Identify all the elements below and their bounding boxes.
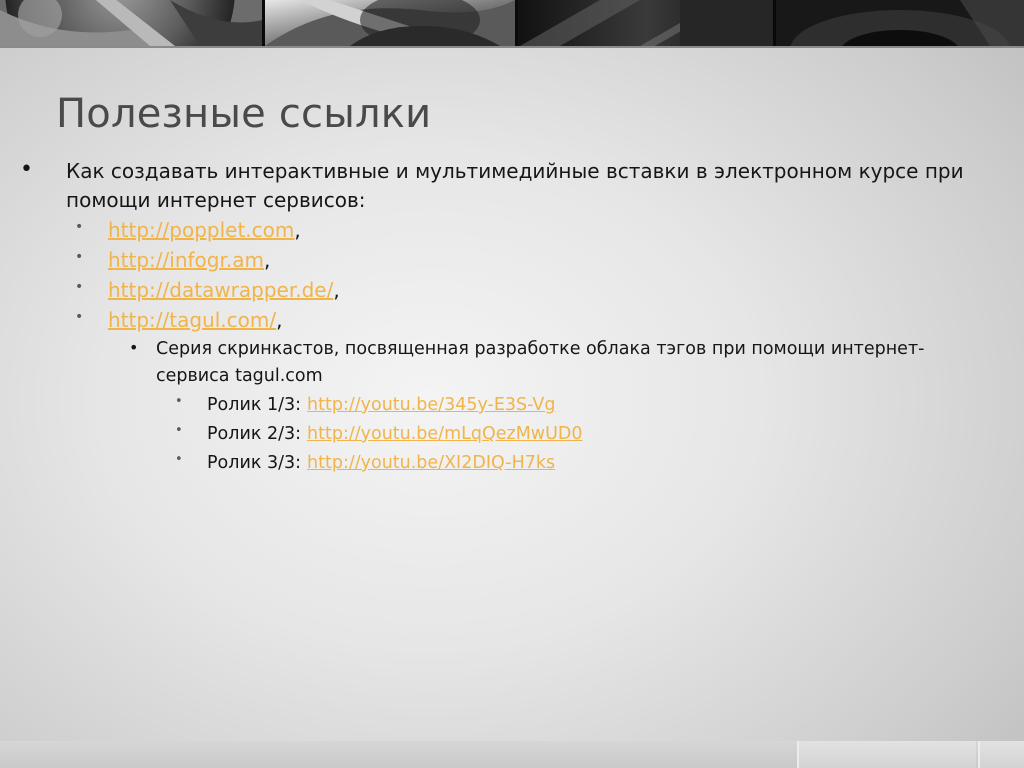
- bullet-dot-icon: •: [20, 157, 33, 182]
- header-banner-image: [0, 0, 1024, 46]
- link-datawrapper[interactable]: http://datawrapper.de/: [108, 278, 333, 302]
- link-item: • http://datawrapper.de/,: [0, 276, 1024, 305]
- link-separator: ,: [276, 308, 283, 332]
- bullet-dot-icon: •: [175, 423, 183, 438]
- bullet-main: • Как создавать интерактивные и мультиме…: [0, 157, 996, 215]
- series-text: Серия скринкастов, посвященная разработк…: [156, 339, 925, 386]
- bullet-dot-icon: •: [75, 279, 84, 295]
- link-item: • http://infogr.am,: [0, 246, 1024, 275]
- link-separator: ,: [294, 218, 301, 242]
- link-infogram[interactable]: http://infogr.am: [108, 248, 264, 272]
- slide-content: • Как создавать интерактивные и мультиме…: [0, 157, 1024, 477]
- bullet-main-text: Как создавать интерактивные и мультимеди…: [66, 159, 964, 212]
- video-label: Ролик 3/3:: [207, 453, 302, 473]
- bullet-dot-icon: •: [175, 452, 183, 467]
- footer-segment: [797, 741, 976, 768]
- video-link-1[interactable]: http://youtu.be/345y-E3S-Vg: [307, 395, 556, 415]
- video-item: • Ролик 3/3: http://youtu.be/XI2DIQ-H7ks: [0, 449, 1024, 477]
- bullet-dot-icon: •: [175, 394, 183, 409]
- link-tagul[interactable]: http://tagul.com/: [108, 308, 276, 332]
- video-link-2[interactable]: http://youtu.be/mLqQezMwUD0: [307, 424, 583, 444]
- video-link-3[interactable]: http://youtu.be/XI2DIQ-H7ks: [307, 453, 555, 473]
- video-item: • Ролик 2/3: http://youtu.be/mLqQezMwUD0: [0, 420, 1024, 448]
- banner-divider: [0, 46, 1024, 48]
- bullet-dot-icon: •: [75, 219, 84, 235]
- link-separator: ,: [333, 278, 340, 302]
- link-popplet[interactable]: http://popplet.com: [108, 218, 294, 242]
- video-label: Ролик 1/3:: [207, 395, 302, 415]
- video-item: • Ролик 1/3: http://youtu.be/345y-E3S-Vg: [0, 391, 1024, 419]
- link-separator: ,: [263, 248, 271, 272]
- bullet-dot-icon: •: [75, 309, 84, 325]
- link-item: • http://tagul.com/,: [0, 306, 1024, 335]
- link-item: • http://popplet.com,: [0, 216, 1024, 245]
- video-label: Ролик 2/3:: [207, 424, 302, 444]
- bullet-dot-icon: •: [129, 338, 139, 357]
- bullet-dot-icon: •: [75, 249, 84, 265]
- slide-title: Полезные ссылки: [56, 91, 432, 137]
- series-item: • Серия скринкастов, посвященная разрабо…: [0, 336, 986, 390]
- footer-segment: [978, 741, 1024, 768]
